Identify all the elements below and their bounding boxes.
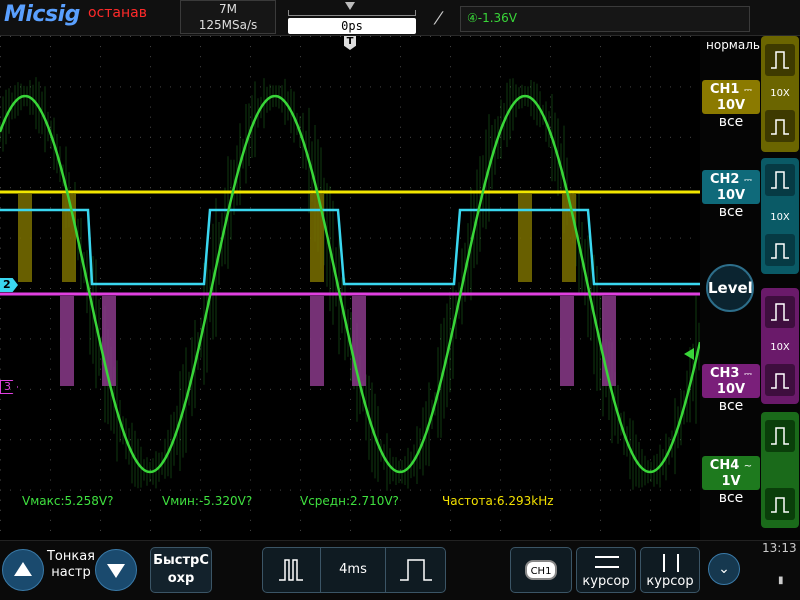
ch1-scale: 10V bbox=[716, 98, 746, 113]
ch4-label[interactable]: CH4 ~ 1V bbox=[702, 456, 760, 490]
dc-coupling-icon: ⎓ bbox=[744, 85, 752, 96]
sample-rate: 125MSa/s bbox=[198, 18, 258, 32]
graticule-grid bbox=[0, 36, 691, 531]
acquisition-info[interactable]: 7M 125MSa/s bbox=[180, 0, 276, 34]
ch4-pulse-icon[interactable] bbox=[765, 420, 795, 452]
quick-save-button[interactable]: БыстрС охр bbox=[150, 547, 212, 593]
ch2-waveform bbox=[0, 208, 700, 286]
ch4-pulse-icon[interactable] bbox=[765, 488, 795, 520]
run-stop-status[interactable]: останавить bbox=[88, 6, 148, 34]
narrow-pulse-icon bbox=[279, 559, 303, 581]
ch1-pulse-icon[interactable] bbox=[765, 110, 795, 142]
fine-down-button[interactable] bbox=[95, 549, 137, 591]
time-offset-readout[interactable]: 0ps bbox=[288, 18, 416, 34]
waveform-display[interactable]: T 2 3 Vмакс:5.258V? Vмин:-5.320V? Vсредн… bbox=[0, 36, 700, 540]
trigger-mode[interactable]: нормаль bbox=[706, 38, 760, 52]
horizontal-cursor-label: курсор bbox=[582, 574, 630, 589]
ch4-bandwidth[interactable]: все bbox=[702, 490, 760, 506]
trigger-level-arrow-icon[interactable] bbox=[684, 348, 694, 360]
ch1-pulse-bars bbox=[18, 194, 576, 282]
ch2-pulse-icon[interactable] bbox=[765, 164, 795, 196]
fine-up-button[interactable] bbox=[2, 549, 44, 591]
measure-vmin[interactable]: Vмин:-5.320V? bbox=[162, 494, 252, 508]
bottom-toolbar: Тонкая настр БыстрС охр 4ms CH1 курсор к… bbox=[0, 540, 800, 600]
dc-coupling-icon: ⎓ bbox=[744, 175, 752, 186]
top-status-bar: Micsig останавить 7M 125MSa/s 0ps / ④-1.… bbox=[0, 0, 800, 36]
time-position-bar[interactable] bbox=[288, 10, 416, 16]
ch2-pulse-icon[interactable] bbox=[765, 234, 795, 266]
ch2-scale: 10V bbox=[716, 188, 746, 203]
clock: 13:13 bbox=[762, 541, 797, 555]
wide-pulse-icon bbox=[400, 559, 432, 581]
chevron-down-icon[interactable]: ⌄ bbox=[708, 553, 740, 585]
ch3-bandwidth[interactable]: все bbox=[702, 398, 760, 414]
h-cursor-line-icon bbox=[595, 566, 619, 568]
vertical-cursor-label: курсор bbox=[646, 574, 694, 589]
ch3-pulse-bars bbox=[60, 296, 616, 386]
ch1-pill: CH1 bbox=[525, 560, 557, 580]
timebase-value[interactable]: 4ms bbox=[321, 548, 385, 592]
ch4-strip bbox=[761, 412, 799, 528]
ch1-select-button[interactable]: CH1 bbox=[510, 547, 572, 593]
ac-coupling-icon: ~ bbox=[743, 461, 753, 472]
v-cursor-line-icon bbox=[663, 554, 665, 572]
ch2-label[interactable]: CH2 ⎓ 10V bbox=[702, 170, 760, 204]
ch2-name: CH2 bbox=[710, 172, 740, 187]
ch1-bandwidth[interactable]: все bbox=[702, 114, 760, 130]
ch3-scale: 10V bbox=[716, 382, 746, 397]
ch4-scale: 1V bbox=[721, 474, 741, 489]
level-button[interactable]: Level bbox=[706, 264, 754, 312]
measure-vmax[interactable]: Vмакс:5.258V? bbox=[22, 494, 113, 508]
trigger-info-box[interactable]: ④-1.36V bbox=[460, 6, 750, 32]
arrow-up-icon bbox=[14, 562, 32, 576]
fine-adjust-label: Тонкая настр bbox=[46, 549, 96, 580]
time-position-marker-icon bbox=[345, 2, 355, 10]
ch3-probe[interactable]: 10X bbox=[761, 342, 799, 353]
brand-logo: Micsig bbox=[4, 2, 80, 27]
measure-frequency[interactable]: Частота:6.293kHz bbox=[442, 494, 554, 508]
ch2-probe[interactable]: 10X bbox=[761, 212, 799, 223]
battery-icon: ▮ bbox=[778, 575, 784, 586]
channel-panel: нормаль CH1 ⎓ 10V все 10X CH2 ⎓ 10V все … bbox=[700, 36, 800, 540]
timebase-control: 4ms bbox=[262, 547, 446, 593]
timebase-decrease-button[interactable] bbox=[263, 548, 321, 592]
ch1-probe[interactable]: 10X bbox=[761, 88, 799, 99]
timebase-increase-button[interactable] bbox=[385, 548, 445, 592]
h-cursor-line-icon bbox=[595, 556, 619, 558]
measure-vavg[interactable]: Vсредн:2.710V? bbox=[300, 494, 399, 508]
ch3-name: CH3 bbox=[710, 366, 740, 381]
ch3-label[interactable]: CH3 ⎓ 10V bbox=[702, 364, 760, 398]
ch1-pulse-icon[interactable] bbox=[765, 44, 795, 76]
memory-depth: 7M bbox=[219, 2, 237, 16]
vertical-cursor-button[interactable]: курсор bbox=[640, 547, 700, 593]
ch1-label[interactable]: CH1 ⎓ 10V bbox=[702, 80, 760, 114]
dc-coupling-icon: ⎓ bbox=[744, 369, 752, 380]
ch1-name: CH1 bbox=[710, 82, 740, 97]
waveform-canvas bbox=[0, 36, 700, 531]
rising-edge-icon[interactable]: / bbox=[433, 8, 445, 27]
arrow-down-icon bbox=[107, 564, 125, 578]
ch2-strip: 10X bbox=[761, 158, 799, 274]
ch4-name: CH4 bbox=[709, 458, 740, 473]
horizontal-cursor-button[interactable]: курсор bbox=[576, 547, 636, 593]
ch1-strip: 10X bbox=[761, 36, 799, 152]
ch2-bandwidth[interactable]: все bbox=[702, 204, 760, 220]
ch3-strip: 10X bbox=[761, 288, 799, 404]
v-cursor-line-icon bbox=[677, 554, 679, 572]
trigger-level-readout: ④-1.36V bbox=[467, 11, 518, 25]
ch3-pulse-icon[interactable] bbox=[765, 296, 795, 328]
ch3-pulse-icon[interactable] bbox=[765, 364, 795, 396]
